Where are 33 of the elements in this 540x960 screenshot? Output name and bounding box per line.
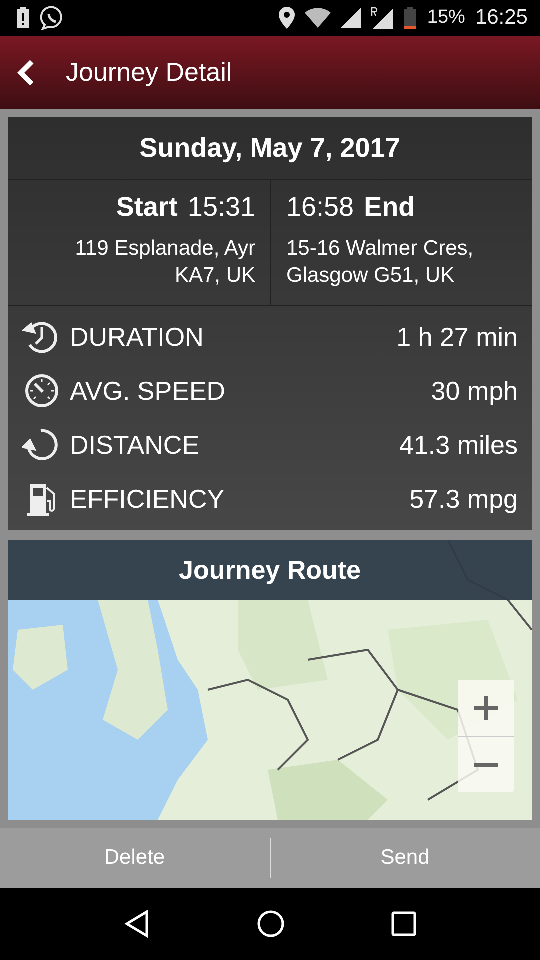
minus-icon: [473, 762, 499, 768]
stat-label: DISTANCE: [70, 430, 201, 461]
stat-value: 1 h 27 min: [396, 322, 518, 353]
stat-label: DURATION: [70, 322, 205, 353]
signal-icon: [341, 8, 362, 28]
end-address: 15-16 Walmer Cres, Glasgow G51, UK: [286, 236, 475, 290]
stat-label: EFFICIENCY: [70, 484, 226, 515]
start-address: 119 Esplanade, Ayr KA7, UK: [74, 236, 256, 290]
battery-alert-icon: [16, 6, 30, 29]
chat-bubble-icon: [40, 6, 64, 30]
map-title: Journey Route: [178, 554, 362, 586]
clock-time: 16:25: [475, 6, 528, 30]
end-label: End: [364, 192, 416, 224]
battery-icon: [403, 6, 418, 30]
plus-icon: [473, 695, 499, 722]
start-time: 15:31: [188, 192, 256, 224]
start-label: Start: [116, 192, 178, 224]
stat-value: 57.3 mpg: [410, 484, 518, 515]
roaming-signal-icon: [371, 6, 394, 29]
location-pin-icon: [279, 6, 296, 29]
delete-button[interactable]: Delete: [0, 828, 270, 888]
stat-value: 30 mph: [431, 376, 518, 407]
wifi-icon: [305, 6, 332, 29]
recents-nav-button[interactable]: [391, 911, 417, 938]
stat-label: AVG. SPEED: [70, 376, 227, 407]
back-nav-button[interactable]: [123, 910, 151, 938]
home-nav-button[interactable]: [257, 910, 285, 938]
journey-date: Sunday, May 7, 2017: [8, 117, 532, 180]
stat-value: 41.3 miles: [400, 430, 518, 461]
send-button[interactable]: Send: [270, 828, 540, 888]
end-time: 16:58: [286, 192, 354, 224]
battery-percent: 15%: [427, 6, 466, 29]
screen-title: Journey Detail: [66, 57, 232, 88]
